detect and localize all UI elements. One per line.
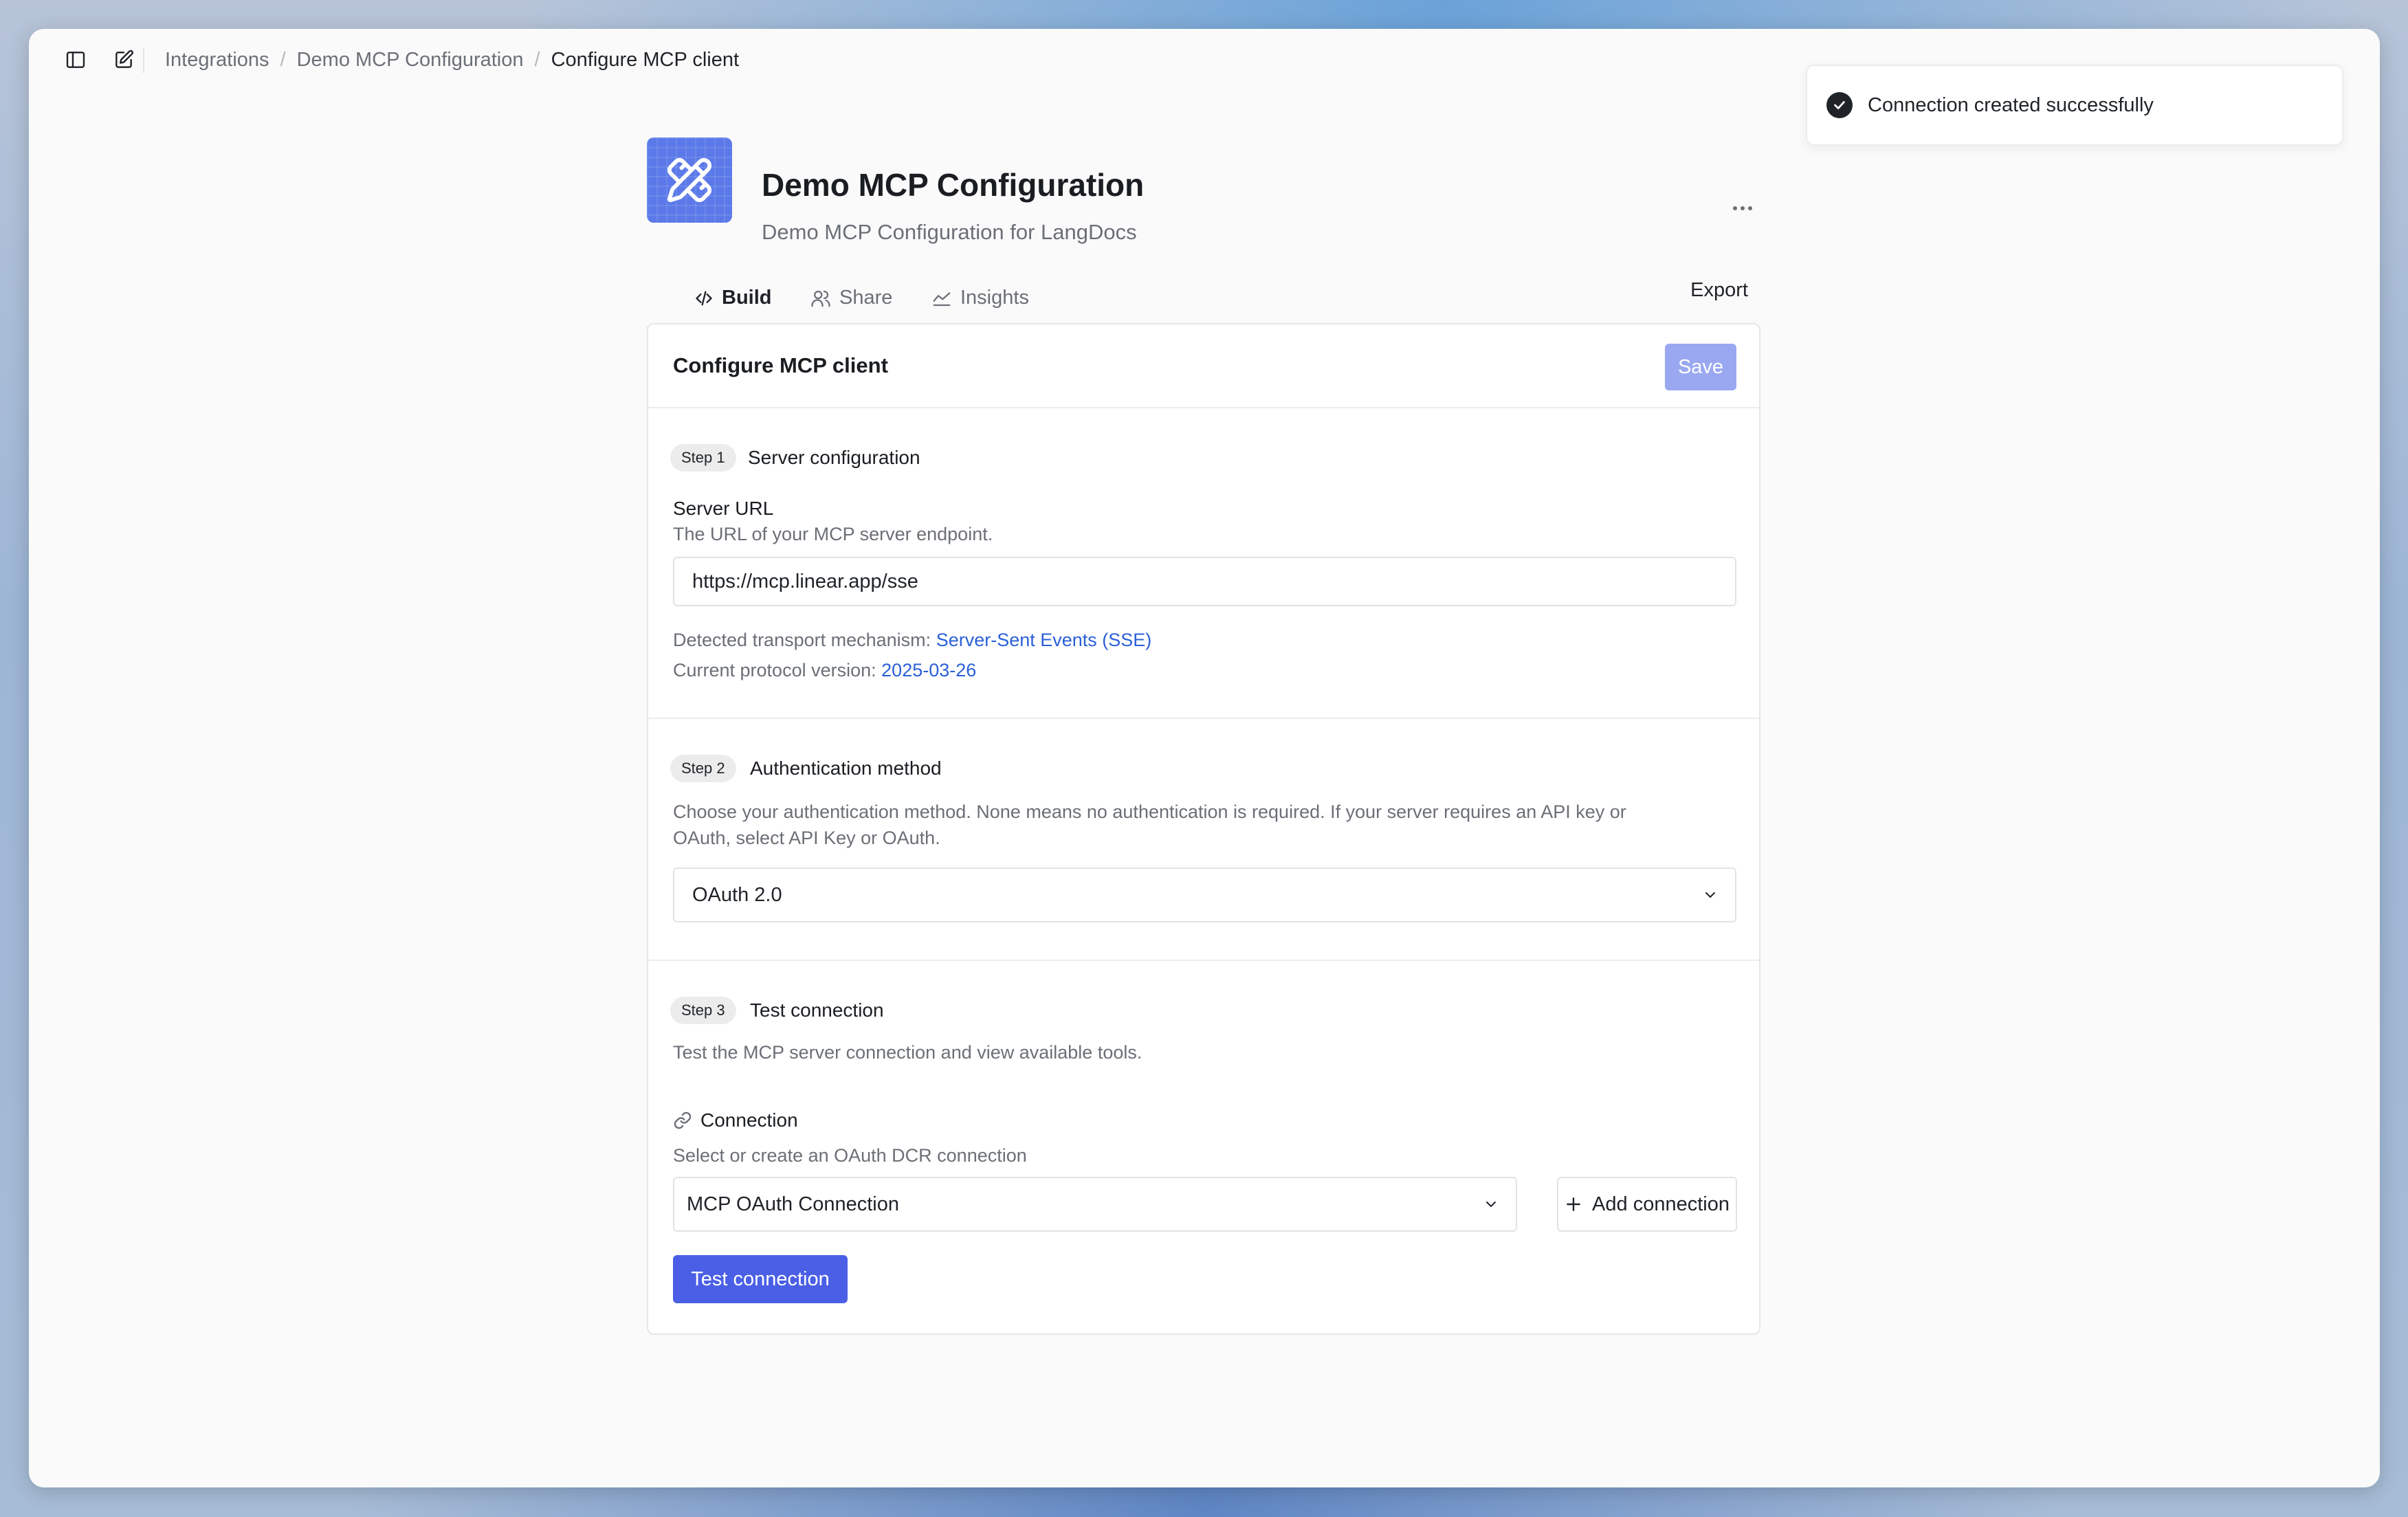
card-title: Configure MCP client	[673, 353, 888, 377]
transport-label: Detected transport mechanism:	[673, 630, 931, 650]
card-header: Configure MCP client Save	[648, 324, 1759, 408]
toast-message: Connection created successfully	[1868, 93, 2154, 116]
protocol-info: Current protocol version: 2025-03-26	[673, 657, 976, 683]
server-url-label: Server URL	[673, 498, 774, 519]
step3-title: Test connection	[750, 999, 884, 1021]
auth-method-value: OAuth 2.0	[692, 883, 782, 906]
server-url-input[interactable]: https://mcp.linear.app/sse	[673, 557, 1736, 606]
server-url-value: https://mcp.linear.app/sse	[692, 570, 918, 593]
auth-help: Choose your authentication method. None …	[673, 799, 1626, 851]
server-url-help: The URL of your MCP server endpoint.	[673, 524, 993, 544]
step2-section: Step 2 Authentication method Choose your…	[648, 719, 1759, 961]
tab-bar: Build Share Insights Export	[647, 269, 1760, 328]
tab-share-label: Share	[839, 287, 893, 309]
page-title: Demo MCP Configuration	[762, 167, 1145, 203]
topbar-divider	[143, 48, 144, 73]
tab-build-label: Build	[722, 287, 772, 309]
step2-title: Authentication method	[750, 757, 942, 779]
chart-line-icon	[931, 288, 952, 309]
export-button[interactable]: Export	[1690, 279, 1748, 302]
step2-badge: Step 2	[670, 755, 736, 782]
more-horizontal-icon	[1733, 206, 1752, 210]
connection-selected-value: MCP OAuth Connection	[687, 1193, 899, 1215]
success-toast: Connection created successfully	[1806, 65, 2343, 146]
add-connection-button[interactable]: Add connection	[1557, 1177, 1737, 1232]
step1-badge: Step 1	[670, 444, 736, 472]
breadcrumb-separator: /	[280, 48, 286, 71]
sidebar-toggle-icon[interactable]	[60, 45, 91, 75]
tab-insights[interactable]: Insights	[931, 269, 1029, 326]
chevron-down-icon	[1702, 887, 1719, 903]
connection-label-text: Connection	[700, 1109, 798, 1131]
auth-method-select[interactable]: OAuth 2.0	[673, 867, 1736, 922]
transport-info: Detected transport mechanism: Server-Sen…	[673, 627, 1151, 653]
add-connection-label: Add connection	[1592, 1193, 1730, 1215]
breadcrumb-integrations[interactable]: Integrations	[165, 49, 269, 71]
auth-help-line1: Choose your authentication method. None …	[673, 801, 1626, 822]
chevron-down-icon	[1483, 1196, 1499, 1213]
breadcrumb: Integrations / Demo MCP Configuration / …	[165, 44, 739, 76]
step3-section: Step 3 Test connection Test the MCP serv…	[648, 961, 1759, 1335]
breadcrumb-current: Configure MCP client	[551, 48, 740, 71]
step3-badge: Step 3	[670, 997, 736, 1024]
tab-build[interactable]: Build	[676, 269, 789, 328]
transport-value: Server-Sent Events (SSE)	[936, 630, 1152, 650]
check-circle-icon	[1826, 92, 1853, 118]
code-icon	[694, 289, 714, 308]
more-options-button[interactable]	[1727, 192, 1758, 224]
tab-share[interactable]: Share	[810, 269, 892, 326]
test-connection-button[interactable]: Test connection	[673, 1255, 848, 1303]
page-subtitle: Demo MCP Configuration for LangDocs	[762, 220, 1137, 244]
test-help: Test the MCP server connection and view …	[673, 1042, 1142, 1063]
tab-insights-label: Insights	[960, 287, 1029, 309]
configure-card: Configure MCP client Save Step 1 Server …	[647, 323, 1760, 1335]
connection-select[interactable]: MCP OAuth Connection	[673, 1177, 1517, 1232]
users-icon	[810, 288, 831, 309]
plus-icon	[1565, 1195, 1582, 1213]
integration-logo	[647, 137, 732, 223]
link-icon	[673, 1111, 692, 1130]
step1-section: Step 1 Server configuration Server URL T…	[648, 408, 1759, 719]
app-window: Integrations / Demo MCP Configuration / …	[29, 29, 2380, 1487]
pencil-ruler-icon	[667, 157, 712, 203]
connection-help: Select or create an OAuth DCR connection	[673, 1145, 1027, 1166]
connection-label: Connection	[673, 1109, 798, 1131]
breadcrumb-demo-mcp-configuration[interactable]: Demo MCP Configuration	[297, 49, 524, 71]
breadcrumb-separator: /	[534, 48, 540, 71]
new-chat-edit-icon[interactable]	[109, 45, 139, 75]
auth-help-line2: OAuth, select API Key or OAuth.	[673, 828, 940, 848]
protocol-label: Current protocol version:	[673, 660, 876, 680]
protocol-value: 2025-03-26	[881, 660, 977, 680]
save-button[interactable]: Save	[1665, 344, 1736, 390]
step1-title: Server configuration	[748, 447, 920, 468]
